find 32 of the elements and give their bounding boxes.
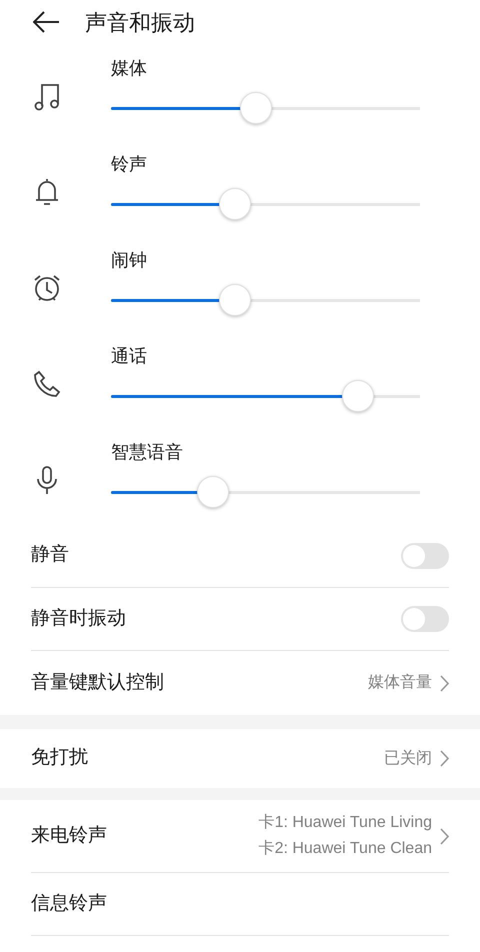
alarm-clock-icon <box>32 273 62 303</box>
setting-value: 卡1: Huawei Tune Living <box>258 812 432 833</box>
slider-label: 通话 <box>111 345 147 368</box>
slider-label: 闹钟 <box>111 249 147 272</box>
bell-icon <box>34 177 60 207</box>
slider-label: 媒体 <box>111 57 147 80</box>
setting-value: 卡2: Huawei Tune Clean <box>258 838 432 859</box>
setting-value: 媒体音量 <box>368 672 432 693</box>
chevron-right-icon[interactable] <box>440 674 449 692</box>
setting-label: 免打扰 <box>31 746 88 770</box>
setting-value: 已关闭 <box>384 748 432 768</box>
chevron-right-icon[interactable] <box>440 750 449 767</box>
setting-label: 静音时振动 <box>31 606 126 631</box>
toggle-switch[interactable] <box>401 542 449 568</box>
setting-label: 信息铃声 <box>31 892 107 916</box>
music-note-icon <box>34 81 60 111</box>
slider-thumb[interactable] <box>240 92 272 124</box>
setting-label: 音量键默认控制 <box>31 670 164 695</box>
phone-icon <box>32 370 60 398</box>
toggle-switch[interactable] <box>401 606 449 632</box>
slider-label: 铃声 <box>111 153 147 176</box>
back-icon[interactable] <box>33 11 60 33</box>
slider-thumb[interactable] <box>218 284 251 316</box>
slider-thumb[interactable] <box>218 188 251 220</box>
slider-thumb[interactable] <box>196 476 229 508</box>
setting-label: 静音 <box>31 543 69 568</box>
microphone-icon <box>36 465 58 495</box>
setting-label: 来电铃声 <box>31 824 107 848</box>
slider-thumb[interactable] <box>342 380 374 412</box>
slider-label: 智慧语音 <box>111 441 183 464</box>
chevron-right-icon[interactable] <box>440 828 449 844</box>
page-title: 声音和振动 <box>85 8 195 36</box>
